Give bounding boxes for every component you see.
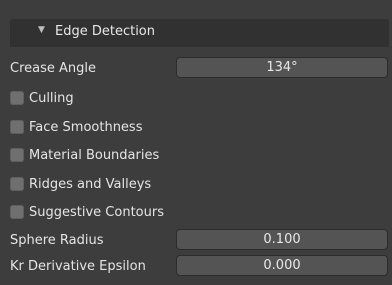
suggestive-contours-label: Suggestive Contours bbox=[29, 205, 164, 220]
culling-label: Culling bbox=[29, 91, 74, 106]
face-smoothness-checkbox[interactable] bbox=[10, 120, 24, 134]
triangle-down-icon[interactable]: ▼ bbox=[38, 25, 45, 35]
sphere-radius-field[interactable]: 0.100 bbox=[176, 229, 388, 250]
culling-checkbox[interactable] bbox=[10, 91, 24, 105]
sphere-radius-label: Sphere Radius bbox=[10, 233, 104, 248]
panel-header[interactable]: ▼ Edge Detection bbox=[10, 19, 389, 47]
suggestive-contours-checkbox-row[interactable]: Suggestive Contours bbox=[10, 201, 390, 225]
ridges-and-valleys-checkbox[interactable] bbox=[10, 177, 24, 191]
sphere-radius-row: Sphere Radius 0.100 bbox=[10, 229, 390, 253]
crease-angle-row: Crease Angle 134° bbox=[10, 57, 390, 81]
suggestive-contours-checkbox[interactable] bbox=[10, 205, 24, 219]
face-smoothness-checkbox-row[interactable]: Face Smoothness bbox=[10, 116, 390, 140]
kr-derivative-epsilon-row: Kr Derivative Epsilon 0.000 bbox=[10, 255, 390, 279]
material-boundaries-label: Material Boundaries bbox=[29, 148, 160, 163]
ridges-and-valleys-checkbox-row[interactable]: Ridges and Valleys bbox=[10, 173, 390, 197]
crease-angle-field[interactable]: 134° bbox=[176, 57, 388, 78]
culling-checkbox-row[interactable]: Culling bbox=[10, 87, 390, 111]
crease-angle-label: Crease Angle bbox=[10, 61, 96, 76]
material-boundaries-checkbox-row[interactable]: Material Boundaries bbox=[10, 144, 390, 168]
material-boundaries-checkbox[interactable] bbox=[10, 148, 24, 162]
kr-derivative-epsilon-field[interactable]: 0.000 bbox=[176, 255, 388, 276]
panel-title: Edge Detection bbox=[55, 24, 156, 39]
face-smoothness-label: Face Smoothness bbox=[29, 120, 143, 135]
ridges-and-valleys-label: Ridges and Valleys bbox=[29, 177, 152, 192]
kr-derivative-epsilon-label: Kr Derivative Epsilon bbox=[10, 259, 146, 274]
